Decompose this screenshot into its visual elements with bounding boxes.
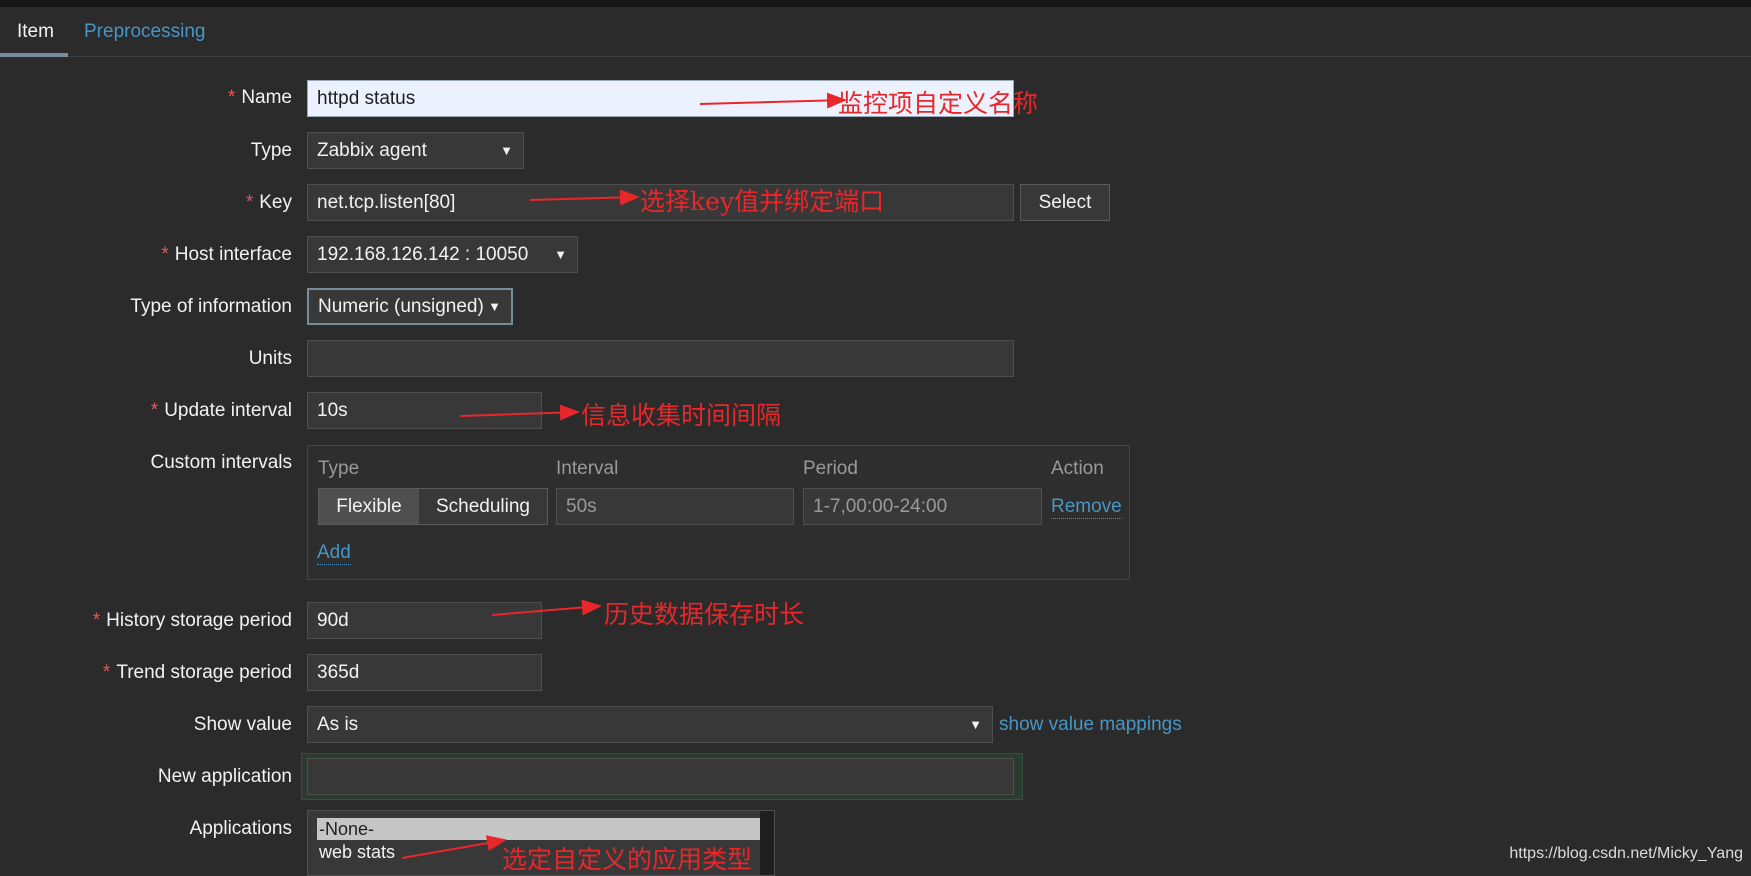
trend-storage-label-text: Trend storage period (116, 662, 292, 683)
update-interval-input[interactable]: 10s (307, 392, 542, 429)
show-value-label: Show value (193, 714, 292, 735)
host-interface-select[interactable]: 192.168.126.142 : 10050 (307, 236, 578, 273)
remove-interval-link[interactable]: Remove (1051, 496, 1122, 519)
host-interface-label-text: Host interface (174, 244, 292, 265)
key-label: * Key (246, 192, 292, 214)
type-of-information-value: Numeric (unsigned) (318, 296, 484, 317)
trend-storage-label: * Trend storage period (103, 662, 292, 684)
show-value-mappings-link[interactable]: show value mappings (999, 714, 1182, 736)
key-select-button[interactable]: Select (1020, 184, 1110, 221)
tab-preprocessing[interactable]: Preprocessing (84, 21, 205, 43)
tab-item[interactable]: Item (17, 21, 54, 43)
annotation-key: 选择key值并绑定端口 (640, 187, 885, 216)
custom-intervals-header-period: Period (803, 458, 858, 479)
name-label: * Name (228, 87, 292, 109)
application-option-none[interactable]: -None- (317, 818, 760, 840)
type-of-information-label: Type of information (130, 296, 292, 317)
applications-scrollbar[interactable] (760, 811, 774, 875)
annotation-applications: 选定自定义的应用类型 (502, 845, 753, 874)
host-interface-label: * Host interface (161, 244, 292, 266)
units-label: Units (248, 348, 292, 369)
type-select-value: Zabbix agent (317, 140, 427, 161)
required-marker: * (161, 244, 169, 265)
interval-type-scheduling[interactable]: Scheduling (419, 489, 547, 524)
name-label-text: Name (241, 87, 292, 108)
update-interval-label: * Update interval (151, 400, 292, 422)
type-label: Type (250, 140, 292, 161)
update-interval-label-text: Update interval (164, 400, 292, 421)
custom-intervals-header-type: Type (318, 458, 360, 479)
custom-intervals-label: Custom intervals (150, 452, 293, 473)
tab-item-active-indicator (0, 53, 68, 57)
new-application-input[interactable] (307, 758, 1014, 795)
required-marker: * (245, 192, 254, 213)
annotation-name: 监控项自定义名称 (838, 89, 1039, 118)
annotation-update-interval: 信息收集时间间隔 (581, 401, 782, 430)
custom-period-input[interactable]: 1-7,00:00-24:00 (803, 488, 1042, 525)
required-marker: * (102, 662, 111, 683)
key-label-text: Key (259, 192, 292, 213)
host-interface-value: 192.168.126.142 : 10050 (317, 244, 529, 265)
watermark: https://blog.csdn.net/Micky_Yang (1509, 845, 1743, 862)
interval-type-flexible[interactable]: Flexible (319, 489, 419, 524)
custom-interval-input[interactable]: 50s (556, 488, 794, 525)
annotation-arrows (401, 92, 847, 859)
required-marker: * (92, 610, 101, 631)
trend-storage-input[interactable]: 365d (307, 654, 542, 691)
show-value-select[interactable]: As is (307, 706, 993, 743)
history-storage-label-text: History storage period (106, 610, 292, 631)
top-bar (0, 0, 1751, 7)
required-marker: * (227, 87, 236, 108)
new-application-label: New application (157, 766, 292, 787)
annotation-history: 历史数据保存时长 (604, 600, 805, 629)
applications-label: Applications (189, 818, 292, 839)
show-value-value: As is (317, 714, 359, 735)
history-storage-label: * History storage period (93, 610, 292, 632)
add-interval-link[interactable]: Add (317, 542, 351, 565)
tab-bar: Item Preprocessing (0, 7, 1751, 57)
custom-intervals-table: Type Interval Period Action Flexible Sch… (307, 445, 1130, 580)
required-marker: * (150, 400, 159, 421)
type-select[interactable]: Zabbix agent (307, 132, 524, 169)
history-storage-input[interactable]: 90d (307, 602, 542, 639)
custom-intervals-header-action: Action (1051, 458, 1104, 479)
interval-type-toggle: Flexible Scheduling (318, 488, 548, 525)
units-input[interactable] (307, 340, 1014, 377)
type-of-information-select[interactable]: Numeric (unsigned) (307, 288, 513, 325)
custom-intervals-header-interval: Interval (556, 458, 619, 479)
